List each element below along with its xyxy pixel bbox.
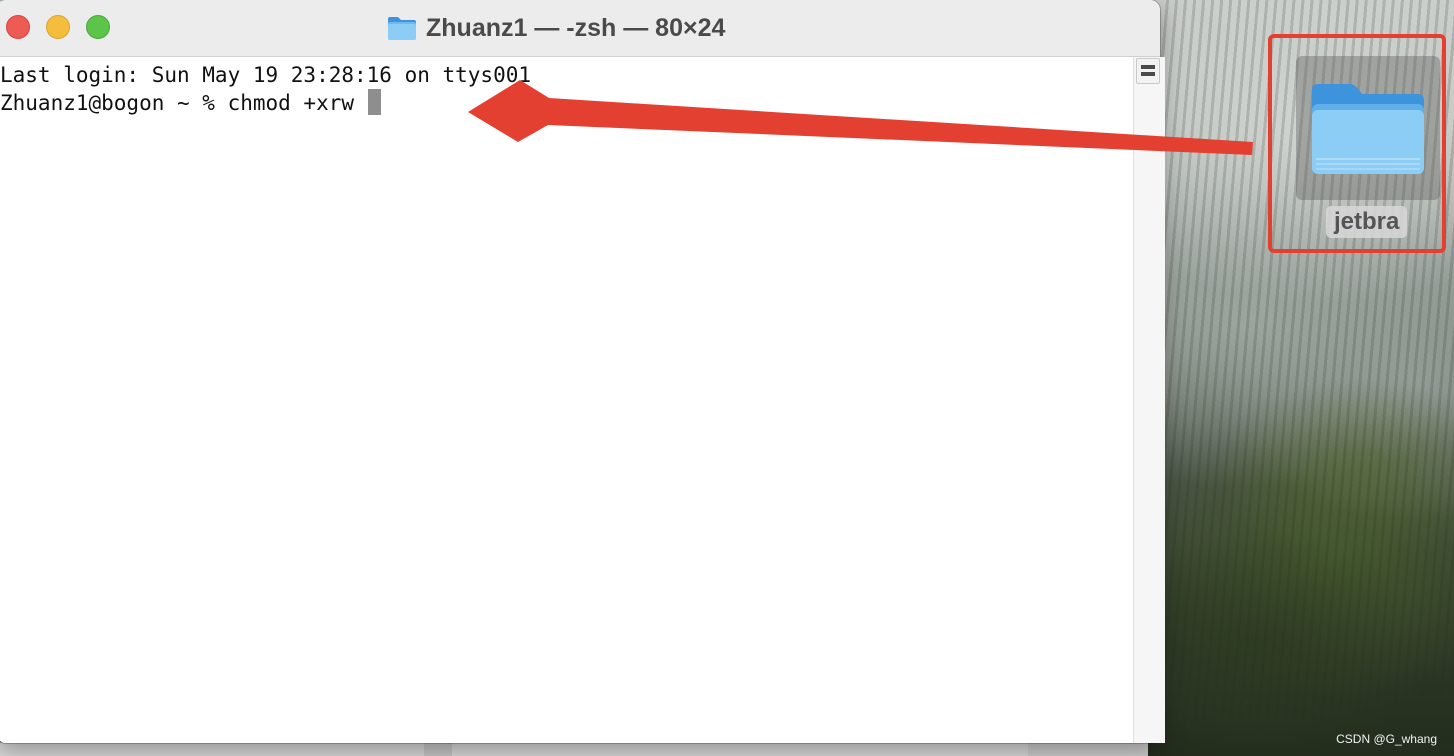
split-pane-bar bbox=[1141, 65, 1155, 69]
text-cursor bbox=[367, 89, 381, 115]
window-title-group: Zhuanz1 — -zsh — 80×24 bbox=[386, 10, 725, 46]
terminal-prompt-line[interactable]: Zhuanz1@bogon ~ % chmod +xrw bbox=[0, 89, 381, 117]
split-pane-icon[interactable] bbox=[1136, 58, 1160, 84]
scrollbar-track[interactable] bbox=[1133, 57, 1165, 743]
close-button[interactable] bbox=[6, 15, 30, 39]
folder-icon bbox=[388, 17, 416, 40]
background-window-divider bbox=[1028, 743, 1148, 756]
terminal-prompt-text: Zhuanz1@bogon ~ % chmod +xrw bbox=[0, 91, 367, 115]
watermark: CSDN @G_whang bbox=[1336, 732, 1437, 746]
background-window-edge bbox=[0, 742, 1148, 756]
title-bar[interactable]: Zhuanz1 — -zsh — 80×24 bbox=[0, 0, 1160, 57]
split-pane-bar bbox=[1141, 72, 1155, 76]
zoom-button[interactable] bbox=[86, 15, 110, 39]
minimize-button[interactable] bbox=[46, 15, 70, 39]
terminal-line: Last login: Sun May 19 23:28:16 on ttys0… bbox=[0, 61, 531, 89]
background-window-divider bbox=[424, 743, 452, 756]
terminal-line-text: Last login: Sun May 19 23:28:16 on ttys0… bbox=[0, 63, 532, 87]
terminal-window[interactable]: Zhuanz1 — -zsh — 80×24 Last login: Sun M… bbox=[0, 0, 1160, 743]
terminal-output[interactable]: Last login: Sun May 19 23:28:16 on ttys0… bbox=[0, 57, 1129, 743]
annotation-highlight-box bbox=[1268, 34, 1446, 253]
window-title: Zhuanz1 — -zsh — 80×24 bbox=[426, 13, 726, 42]
